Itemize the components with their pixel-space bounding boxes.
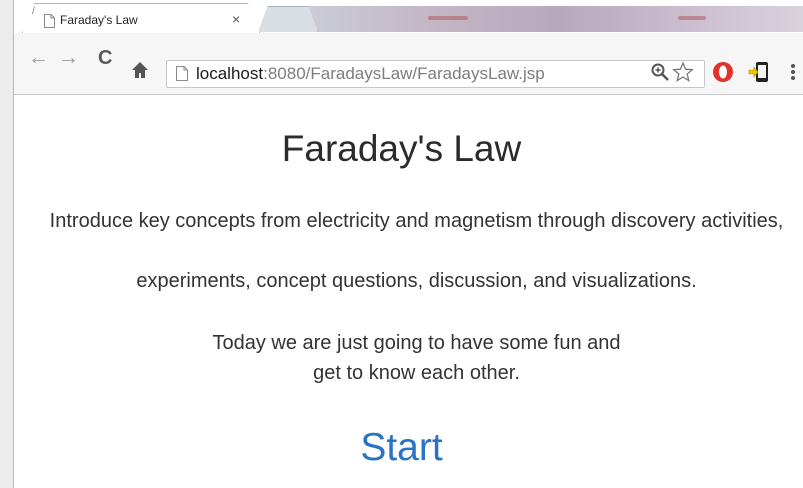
window-left-edge (0, 0, 14, 488)
blurred-tabs (258, 6, 803, 32)
menu-icon[interactable] (789, 63, 797, 81)
start-link[interactable]: Start (0, 426, 803, 470)
intro-text-continued: experiments, concept questions, discussi… (136, 270, 697, 292)
star-icon[interactable] (672, 61, 694, 83)
tab-title[interactable]: Faraday's Law (60, 13, 138, 27)
page-icon (44, 14, 55, 28)
url-host: localhost (196, 64, 264, 83)
back-button[interactable]: ← (28, 45, 49, 71)
opera-icon[interactable] (711, 60, 735, 84)
url-path: :8080/FaradaysLaw/FaradaysLaw.jsp (263, 64, 545, 83)
tab-new[interactable] (258, 6, 318, 32)
page-icon (176, 66, 188, 81)
zoom-icon[interactable] (650, 62, 670, 82)
blurred-tab-mark (678, 16, 706, 20)
tab-edge-marker: / (32, 6, 35, 17)
welcome-text: Today we are just going to have some fun… (30, 328, 803, 388)
page-title: Faraday's Law (281, 128, 522, 169)
blurred-tab-mark (428, 16, 468, 20)
url-text[interactable]: localhost:8080/FaradaysLaw/FaradaysLaw.j… (196, 63, 545, 85)
tab-close-icon[interactable]: × (232, 11, 240, 27)
extension-icon[interactable] (748, 59, 772, 85)
welcome-line-2: get to know each other. (313, 362, 520, 384)
tab-faradays-law[interactable] (22, 3, 260, 33)
intro-text: Introduce key concepts from electricity … (49, 210, 784, 232)
welcome-line-1: Today we are just going to have some fun… (212, 332, 621, 354)
home-icon[interactable] (130, 60, 150, 80)
reload-button[interactable]: C (98, 45, 112, 71)
forward-button[interactable]: → (58, 45, 79, 71)
